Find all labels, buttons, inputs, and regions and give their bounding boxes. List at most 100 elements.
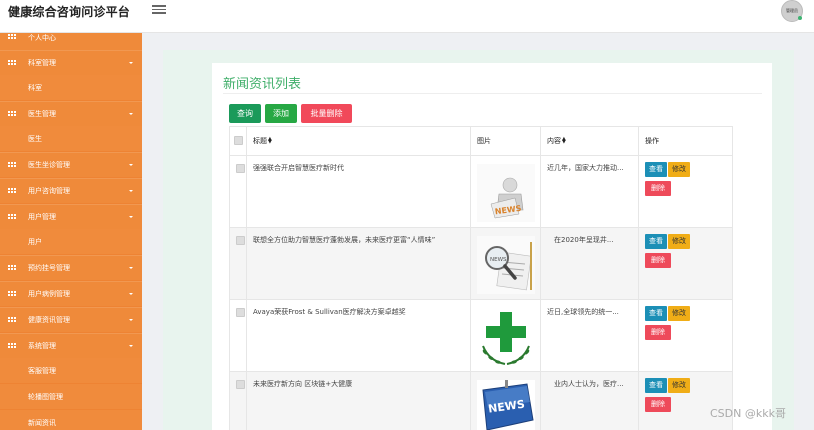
chevron-down-icon (129, 293, 133, 295)
watermark: CSDN @kkk哥 (710, 407, 786, 420)
sidebar-item-department[interactable]: 科室 (0, 75, 142, 100)
view-button[interactable]: 查看 (645, 234, 667, 249)
news-man-icon[interactable]: NEWS (477, 164, 535, 222)
edit-button[interactable]: 修改 (668, 306, 690, 321)
delete-button[interactable]: 删除 (645, 397, 671, 412)
header-image-label: 图片 (477, 137, 491, 145)
table-row: 强强联合开启智慧医疗新时代 NEWS 近几年，国家大力推动... 查看 修改 删… (229, 155, 733, 228)
sidebar-item-news[interactable]: 新闻资讯 (0, 410, 142, 430)
menu-toggle-icon[interactable] (152, 3, 166, 15)
sidebar-item-label: 科室 (28, 83, 42, 92)
edit-button[interactable]: 修改 (668, 234, 690, 249)
header-content[interactable]: 内容▲ ▼ (540, 126, 639, 156)
sidebar-item-doctor[interactable]: 医生 (0, 126, 142, 151)
sidebar-item-label: 医生管理 (28, 110, 56, 118)
row-checkbox[interactable] (236, 380, 245, 389)
row-image-cell (470, 299, 541, 372)
add-button[interactable]: 添加 (265, 104, 297, 123)
sidebar-item-label: 医生 (28, 134, 42, 143)
sidebar-item-label: 用户 (28, 237, 42, 246)
chevron-down-icon (129, 190, 133, 192)
select-all-checkbox[interactable] (233, 135, 243, 145)
view-button[interactable]: 查看 (645, 306, 667, 321)
view-button[interactable]: 查看 (645, 378, 667, 393)
sidebar-item-label: 科室管理 (28, 59, 56, 67)
sort-icon[interactable]: ▲ ▼ (562, 137, 566, 145)
row-checkbox[interactable] (236, 236, 245, 245)
avatar-label: 管理员 (786, 8, 798, 13)
row-title: Avaya荣获Frost & Sullivan医疗解决方案卓越奖 (246, 299, 471, 372)
table-row: 未来医疗新方向 区块链+大健康 NEWS 业内人士认为，医疗... 查看 修改 … (229, 371, 733, 430)
sidebar-item-profile[interactable]: 个人中心 (0, 33, 142, 50)
grid-icon (8, 34, 16, 41)
row-actions: 查看 修改 删除 (638, 155, 733, 228)
row-title: 联想全方位助力智慧医疗蓬勃发展，未来医疗更富“人情味” (246, 227, 471, 300)
row-checkbox[interactable] (236, 164, 245, 173)
header-checkbox-cell (229, 126, 247, 156)
sidebar-item-schedule-mgmt[interactable]: 医生坐诊管理 (0, 152, 142, 177)
grid-icon (8, 264, 16, 272)
top-bar: 健康综合咨询问诊平台 管理员 (0, 0, 814, 33)
news-table: 标题▲ ▼ 图片 内容▲ ▼ 操作 强强联合开启智慧医疗新时代 NEWS 近几年… (229, 126, 733, 430)
sidebar-item-doctor-mgmt[interactable]: 医生管理 (0, 101, 142, 126)
sidebar-item-carousel[interactable]: 轮播图管理 (0, 384, 142, 409)
row-checkbox-cell (229, 227, 247, 300)
grid-icon (8, 110, 16, 118)
row-checkbox-cell (229, 371, 247, 430)
table-row: Avaya荣获Frost & Sullivan医疗解决方案卓越奖 近日,全球领先… (229, 299, 733, 372)
row-title: 强强联合开启智慧医疗新时代 (246, 155, 471, 228)
divider (223, 93, 762, 94)
batch-delete-button[interactable]: 批量删除 (301, 104, 352, 123)
sidebar-item-customer-service[interactable]: 客服管理 (0, 358, 142, 383)
chevron-down-icon (129, 164, 133, 166)
sidebar-item-label: 用户咨询管理 (28, 187, 70, 195)
sidebar-item-label: 新闻资讯 (28, 418, 56, 427)
row-image-cell: NEWS (470, 155, 541, 228)
sidebar-item-health-news-mgmt[interactable]: 健康资讯管理 (0, 307, 142, 332)
news-list-panel: 新闻资讯列表 查询 添加 批量删除 标题▲ ▼ 图片 内容▲ ▼ 操作 强强联合开启… (212, 63, 772, 430)
sidebar-item-label: 医生坐诊管理 (28, 161, 70, 169)
sidebar-item-label: 预约挂号管理 (28, 264, 70, 272)
sidebar-item-label: 客服管理 (28, 366, 56, 375)
row-image-cell: NEWS (470, 227, 541, 300)
news-keyboard-icon[interactable]: NEWS (477, 380, 535, 430)
green-cross-icon[interactable] (477, 308, 535, 366)
grid-icon (8, 316, 16, 324)
online-status-icon (798, 16, 802, 20)
sidebar-item-consult-mgmt[interactable]: 用户咨询管理 (0, 178, 142, 203)
chevron-down-icon (129, 216, 133, 218)
delete-button[interactable]: 删除 (645, 325, 671, 340)
header-title-label: 标题 (253, 137, 267, 145)
sort-icon[interactable]: ▲ ▼ (268, 137, 272, 145)
table-row: 联想全方位助力智慧医疗蓬勃发展，未来医疗更富“人情味” NEWS 在2020年呈… (229, 227, 733, 300)
sidebar-item-user-mgmt[interactable]: 用户管理 (0, 204, 142, 229)
sidebar-item-label: 用户病例管理 (28, 290, 70, 298)
delete-button[interactable]: 删除 (645, 253, 671, 268)
row-checkbox-cell (229, 155, 247, 228)
news-magnifier-icon[interactable]: NEWS (477, 236, 535, 294)
row-image-cell: NEWS (470, 371, 541, 430)
query-button[interactable]: 查询 (229, 104, 261, 123)
view-button[interactable]: 查看 (645, 162, 667, 177)
row-content: 在2020年呈现井... (540, 227, 639, 300)
delete-button[interactable]: 删除 (645, 181, 671, 196)
sidebar-item-department-mgmt[interactable]: 科室管理 (0, 50, 142, 75)
sidebar-item-system-mgmt[interactable]: 系统管理 (0, 333, 142, 358)
sidebar-item-user[interactable]: 用户 (0, 229, 142, 254)
row-checkbox[interactable] (236, 308, 245, 317)
grid-icon (8, 213, 16, 221)
sidebar-item-appointment-mgmt[interactable]: 预约挂号管理 (0, 255, 142, 280)
edit-button[interactable]: 修改 (668, 378, 690, 393)
row-checkbox-cell (229, 299, 247, 372)
grid-icon (8, 342, 16, 350)
sidebar-item-label: 轮播图管理 (28, 392, 63, 401)
header-image: 图片 (470, 126, 541, 156)
sidebar-item-label: 系统管理 (28, 342, 56, 350)
chevron-down-icon (129, 267, 133, 269)
avatar[interactable]: 管理员 (781, 0, 803, 22)
edit-button[interactable]: 修改 (668, 162, 690, 177)
sidebar-item-case-mgmt[interactable]: 用户病例管理 (0, 281, 142, 306)
sidebar-item-label: 健康资讯管理 (28, 316, 70, 324)
header-title[interactable]: 标题▲ ▼ (246, 126, 471, 156)
header-content-label: 内容 (547, 137, 561, 145)
